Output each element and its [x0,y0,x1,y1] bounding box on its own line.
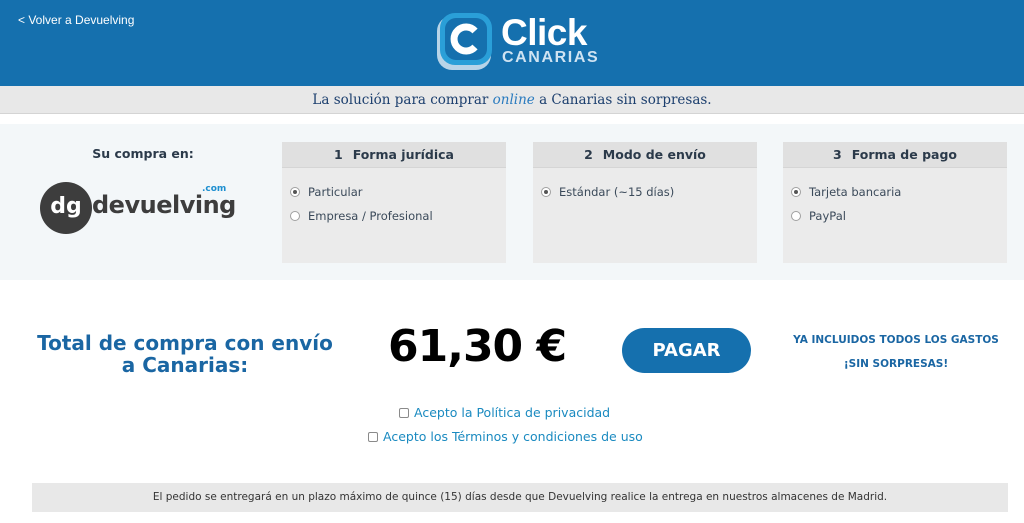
total-label: Total de compra con envío a Canarias: [37,331,333,377]
tagline-bar: La solución para comprar online a Canari… [0,86,1024,114]
purchase-options-section: Su compra en: dg devuelving .com 1 Forma … [0,124,1024,280]
radio-label: PayPal [809,209,846,223]
radio-particular[interactable]: Particular [290,180,506,204]
devuelving-logo: dg devuelving .com [40,182,255,242]
terms-link[interactable]: Acepto los Términos y condiciones de uso [383,429,643,444]
step-number: 2 [584,147,593,162]
privacy-policy-link[interactable]: Acepto la Política de privacidad [414,405,610,420]
step-title: Forma de pago [851,147,957,162]
click-logo-icon [437,13,492,70]
step-legal-form: 1 Forma jurídica Particular Empresa / Pro… [282,142,506,263]
radio-label: Particular [308,185,363,199]
radio-estandar[interactable]: Estándar (~15 días) [541,180,757,204]
radio-button-checked[interactable] [791,187,801,197]
step-header: 2 Modo de envío [533,142,757,168]
no-surprises-line: ¡SIN SORPRESAS! [843,358,949,370]
step-payment-method: 3 Forma de pago Tarjeta bancaria PayPal [783,142,1007,263]
devuelving-logo-icon: dg [40,182,92,234]
step-number: 1 [333,147,343,162]
delivery-note: El pedido se entregará en un plazo máxim… [32,483,1008,512]
shop-column: Su compra en: dg devuelving .com [30,124,256,280]
terms-consent[interactable]: Acepto los Términos y condiciones de uso [368,429,643,444]
step-number: 3 [833,147,842,162]
radio-button-checked[interactable] [541,187,551,197]
fees-included-note: YA INCLUIDOS TODOS LOS GASTOS ¡SIN SORPR… [786,328,1006,376]
radio-label: Estándar (~15 días) [559,185,675,199]
radio-button-checked[interactable] [290,187,300,197]
tagline-text-start: La solución para comprar [312,92,489,108]
shop-label: Su compra en: [92,146,194,161]
privacy-policy-consent[interactable]: Acepto la Política de privacidad [399,405,610,420]
step-header: 1 Forma jurídica [282,142,506,168]
tagline-text-end: a Canarias sin sorpresas. [539,92,712,108]
click-canarias-logo[interactable]: Click CANARIAS [434,11,610,73]
step-shipping-mode: 2 Modo de envío Estándar (~15 días) [533,142,757,263]
logo-wordmark: Click [501,12,587,53]
privacy-checkbox[interactable] [399,407,409,418]
fees-included-line: YA INCLUIDOS TODOS LOS GASTOS [793,334,999,346]
step-title: Modo de envío [602,147,706,162]
terms-checkbox[interactable] [368,431,378,442]
back-to-devuelving-link[interactable]: < Volver a Devuelving [18,13,134,27]
radio-empresa-profesional[interactable]: Empresa / Profesional [290,204,506,228]
radio-button[interactable] [791,211,801,221]
logo-subtitle: CANARIAS [502,49,600,66]
tagline-emphasis: online [492,92,535,108]
header: < Volver a Devuelving Click CANARIAS [0,0,1024,86]
total-amount: 61,30 € [388,321,567,372]
step-title: Forma jurídica [352,147,454,162]
radio-button[interactable] [290,211,300,221]
pay-button[interactable]: PAGAR [622,328,751,373]
radio-paypal[interactable]: PayPal [791,204,1007,228]
step-header: 3 Forma de pago [783,142,1007,168]
devuelving-logo-name: devuelving [92,191,236,219]
radio-tarjeta-bancaria[interactable]: Tarjeta bancaria [791,180,1007,204]
radio-label: Empresa / Profesional [308,209,433,223]
radio-label: Tarjeta bancaria [809,185,902,199]
devuelving-logo-suffix: .com [202,184,227,194]
